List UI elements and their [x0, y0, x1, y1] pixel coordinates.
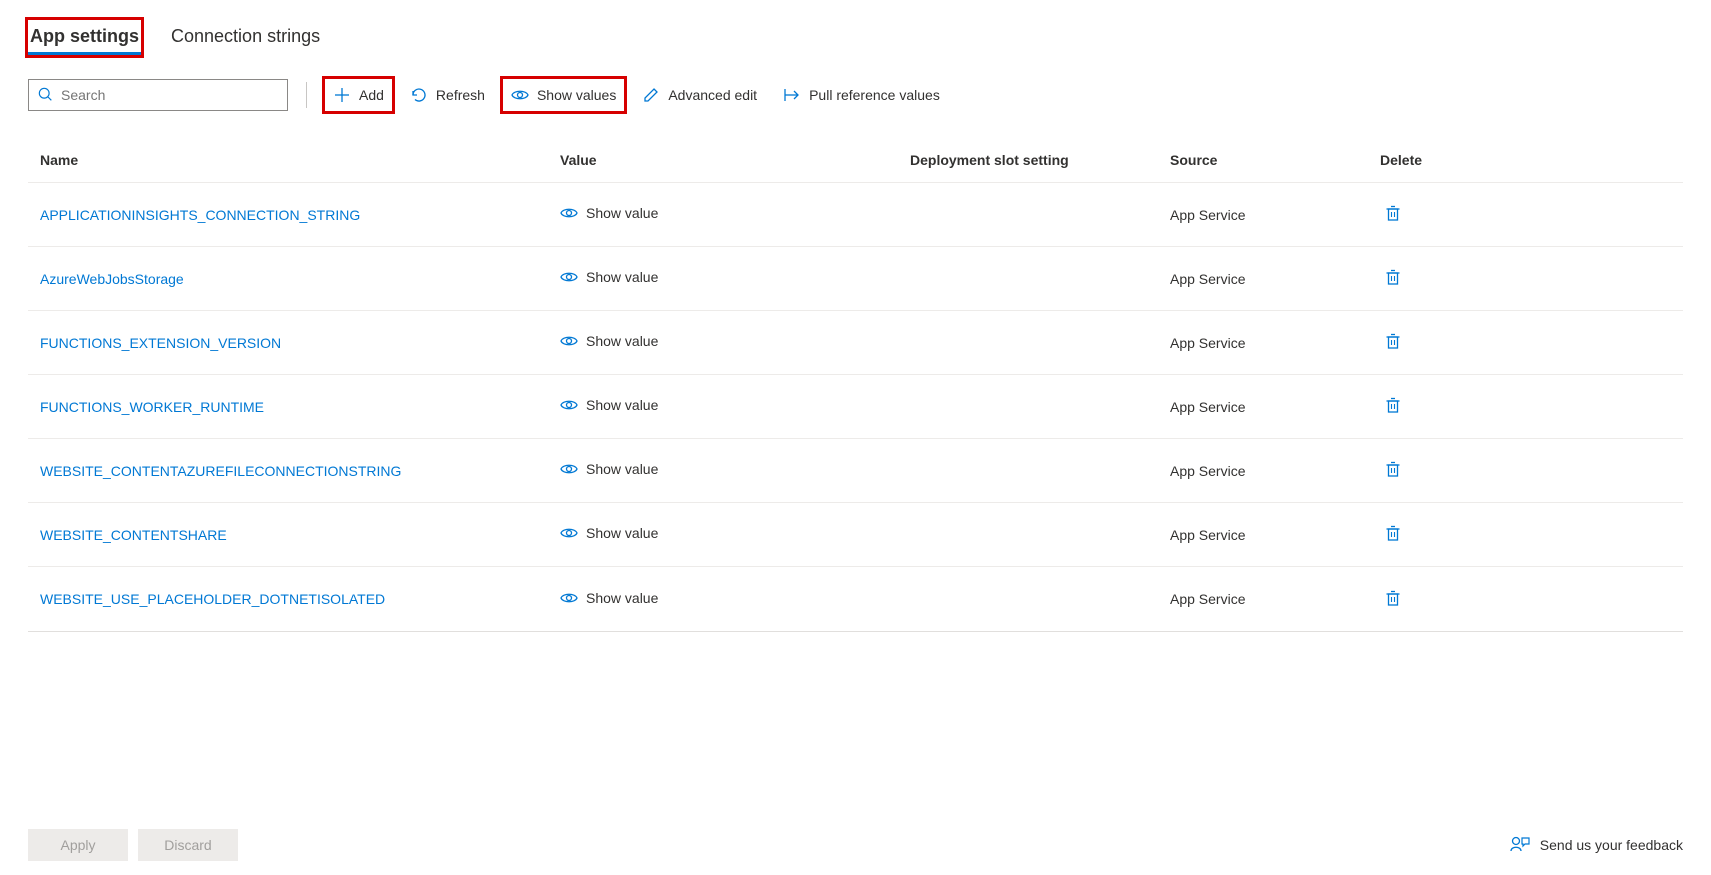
refresh-icon	[410, 86, 428, 104]
show-value-label: Show value	[586, 525, 658, 541]
advanced-edit-label: Advanced edit	[668, 87, 757, 103]
show-value-button[interactable]: Show value	[560, 589, 658, 607]
show-value-button[interactable]: Show value	[560, 524, 658, 542]
eye-icon	[560, 396, 578, 414]
source-cell: App Service	[1170, 207, 1380, 223]
pencil-icon	[642, 86, 660, 104]
delete-button[interactable]	[1380, 456, 1406, 485]
setting-name-link[interactable]: WEBSITE_CONTENTAZUREFILECONNECTIONSTRING	[40, 463, 401, 479]
show-values-button[interactable]: Show values	[503, 79, 624, 111]
col-source: Source	[1170, 152, 1380, 168]
advanced-edit-button[interactable]: Advanced edit	[634, 79, 765, 111]
trash-icon	[1384, 268, 1402, 286]
toolbar: Add Refresh Show values Advanced edit Pu…	[28, 79, 1683, 111]
tab-app-settings[interactable]: App settings	[28, 20, 141, 55]
source-cell: App Service	[1170, 463, 1380, 479]
footer: Apply Discard Send us your feedback	[0, 815, 1711, 875]
eye-icon	[560, 524, 578, 542]
trash-icon	[1384, 204, 1402, 222]
setting-name-link[interactable]: APPLICATIONINSIGHTS_CONNECTION_STRING	[40, 207, 360, 223]
table-row: FUNCTIONS_WORKER_RUNTIME Show value App Se…	[28, 375, 1683, 439]
eye-icon	[560, 460, 578, 478]
plus-icon	[333, 86, 351, 104]
show-value-label: Show value	[586, 205, 658, 221]
eye-icon	[511, 86, 529, 104]
show-value-button[interactable]: Show value	[560, 332, 658, 350]
discard-button[interactable]: Discard	[138, 829, 238, 861]
show-value-button[interactable]: Show value	[560, 204, 658, 222]
search-wrap	[28, 79, 288, 111]
show-value-label: Show value	[586, 269, 658, 285]
show-value-button[interactable]: Show value	[560, 460, 658, 478]
delete-button[interactable]	[1380, 328, 1406, 357]
table-row: AzureWebJobsStorage Show value App Service	[28, 247, 1683, 311]
delete-button[interactable]	[1380, 200, 1406, 229]
show-value-button[interactable]: Show value	[560, 396, 658, 414]
col-value: Value	[560, 152, 910, 168]
trash-icon	[1384, 524, 1402, 542]
setting-name-link[interactable]: AzureWebJobsStorage	[40, 271, 184, 287]
table-row: FUNCTIONS_EXTENSION_VERSION Show value App…	[28, 311, 1683, 375]
show-value-label: Show value	[586, 590, 658, 606]
setting-name-link[interactable]: WEBSITE_USE_PLACEHOLDER_DOTNETISOLATED	[40, 591, 385, 607]
col-name: Name	[40, 152, 560, 168]
feedback-label: Send us your feedback	[1540, 837, 1683, 853]
source-cell: App Service	[1170, 335, 1380, 351]
delete-button[interactable]	[1380, 520, 1406, 549]
add-label: Add	[359, 87, 384, 103]
refresh-label: Refresh	[436, 87, 485, 103]
refresh-button[interactable]: Refresh	[402, 79, 493, 111]
settings-rows: APPLICATIONINSIGHTS_CONNECTION_STRING Sho…	[28, 183, 1683, 632]
source-cell: App Service	[1170, 527, 1380, 543]
show-value-button[interactable]: Show value	[560, 268, 658, 286]
table-row: WEBSITE_CONTENTAZUREFILECONNECTIONSTRING…	[28, 439, 1683, 503]
show-values-label: Show values	[537, 87, 616, 103]
pull-reference-button[interactable]: Pull reference values	[775, 79, 948, 111]
delete-button[interactable]	[1380, 392, 1406, 421]
trash-icon	[1384, 396, 1402, 414]
eye-icon	[560, 268, 578, 286]
table-row: WEBSITE_USE_PLACEHOLDER_DOTNETISOLATED Sh…	[28, 567, 1683, 631]
trash-icon	[1384, 332, 1402, 350]
show-value-label: Show value	[586, 397, 658, 413]
source-cell: App Service	[1170, 399, 1380, 415]
source-cell: App Service	[1170, 271, 1380, 287]
eye-icon	[560, 589, 578, 607]
show-value-label: Show value	[586, 333, 658, 349]
tabs: App settings Connection strings	[28, 20, 1683, 55]
col-slot: Deployment slot setting	[910, 152, 1170, 168]
eye-icon	[560, 332, 578, 350]
trash-icon	[1384, 460, 1402, 478]
delete-button[interactable]	[1380, 585, 1406, 614]
setting-name-link[interactable]: FUNCTIONS_WORKER_RUNTIME	[40, 399, 264, 415]
divider	[306, 82, 307, 108]
pull-reference-label: Pull reference values	[809, 87, 940, 103]
trash-icon	[1384, 589, 1402, 607]
add-button[interactable]: Add	[325, 79, 392, 111]
table-row: APPLICATIONINSIGHTS_CONNECTION_STRING Sho…	[28, 183, 1683, 247]
tab-connection-strings[interactable]: Connection strings	[169, 20, 322, 55]
pull-icon	[783, 86, 801, 104]
show-value-label: Show value	[586, 461, 658, 477]
table-row: WEBSITE_CONTENTSHARE Show value App Servic…	[28, 503, 1683, 567]
search-icon	[38, 87, 54, 103]
search-input[interactable]	[28, 79, 288, 111]
source-cell: App Service	[1170, 591, 1380, 607]
setting-name-link[interactable]: FUNCTIONS_EXTENSION_VERSION	[40, 335, 281, 351]
delete-button[interactable]	[1380, 264, 1406, 293]
feedback-link[interactable]: Send us your feedback	[1510, 835, 1683, 855]
feedback-icon	[1510, 835, 1530, 855]
table-header: Name Value Deployment slot setting Sourc…	[28, 137, 1683, 183]
eye-icon	[560, 204, 578, 222]
col-delete: Delete	[1380, 152, 1671, 168]
setting-name-link[interactable]: WEBSITE_CONTENTSHARE	[40, 527, 227, 543]
apply-button[interactable]: Apply	[28, 829, 128, 861]
